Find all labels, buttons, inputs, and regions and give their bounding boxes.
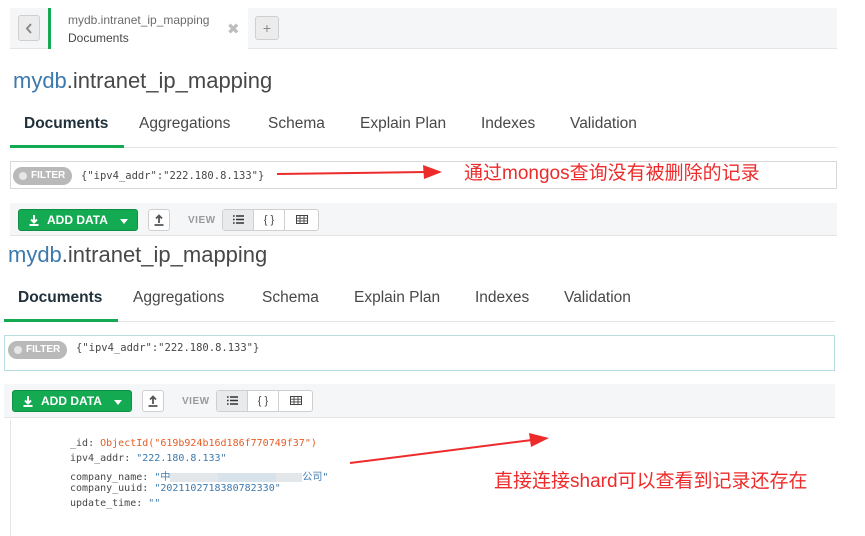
arrow-top	[276, 165, 442, 179]
annotation-arrows	[276, 165, 549, 464]
arrow-bottom	[349, 433, 549, 464]
annotation-top: 通过mongos查询没有被删除的记录	[464, 163, 760, 184]
annotation-bottom: 直接连接shard可以查看到记录还存在	[494, 471, 808, 492]
